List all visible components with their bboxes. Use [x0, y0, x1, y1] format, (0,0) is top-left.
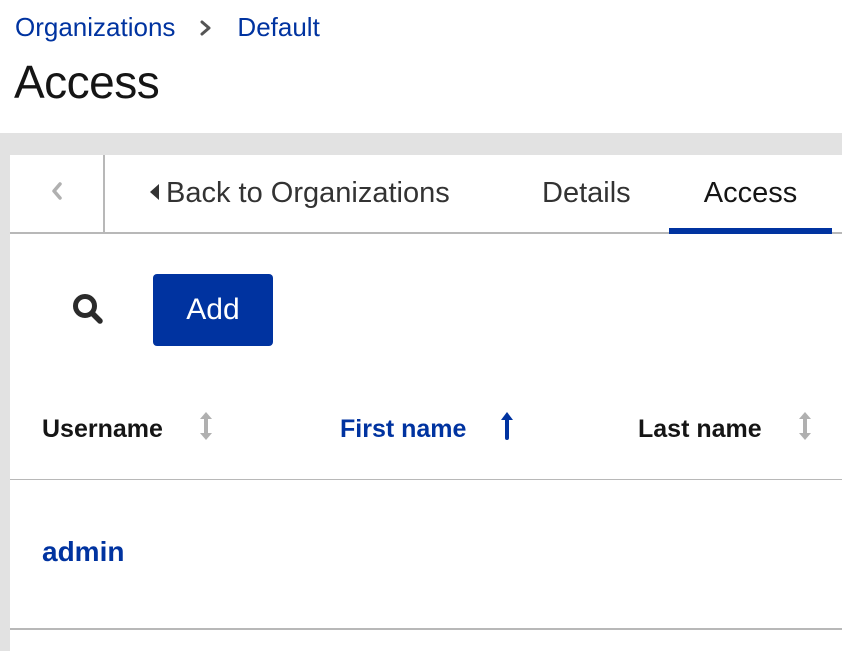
tab-label: Details: [542, 177, 631, 209]
caret-left-icon: [148, 177, 166, 210]
sort-icon: [798, 411, 812, 448]
page-title: Access: [14, 56, 160, 108]
column-label: Username: [42, 415, 163, 443]
username-link[interactable]: admin: [42, 536, 124, 568]
column-header-first-name[interactable]: First name: [340, 411, 514, 448]
tab-bar: Back to Organizations Details Access: [10, 155, 842, 234]
tab-label: Back to Organizations: [166, 177, 450, 209]
page-header: Organizations Default Access: [0, 0, 842, 133]
tab-scroll-left-button[interactable]: [10, 155, 105, 232]
add-button[interactable]: Add: [153, 274, 273, 346]
sort-icon: [199, 411, 213, 448]
column-label: Last name: [638, 415, 762, 443]
column-label: First name: [340, 415, 467, 443]
column-header-last-name[interactable]: Last name: [638, 411, 812, 448]
breadcrumb-organizations[interactable]: Organizations: [15, 12, 175, 43]
search-button[interactable]: [68, 291, 108, 331]
search-icon: [71, 292, 105, 331]
header-divider: [10, 479, 842, 480]
tab-details[interactable]: Details: [542, 155, 631, 232]
sort-ascending-icon: [500, 411, 514, 448]
content-card: Back to Organizations Details Access Add…: [10, 155, 842, 651]
breadcrumb-default[interactable]: Default: [237, 12, 319, 43]
tab-access[interactable]: Access: [669, 155, 832, 232]
row-divider: [10, 628, 842, 630]
page-background-left: [0, 155, 10, 651]
page-background: [0, 133, 842, 155]
column-header-username[interactable]: Username: [42, 411, 213, 448]
breadcrumb: Organizations Default: [15, 12, 320, 43]
tab-back-to-organizations[interactable]: Back to Organizations: [148, 155, 450, 232]
tab-label: Access: [703, 177, 798, 209]
chevron-left-icon: [50, 180, 64, 207]
chevron-right-icon: [175, 12, 237, 43]
active-tab-indicator: [669, 228, 832, 234]
